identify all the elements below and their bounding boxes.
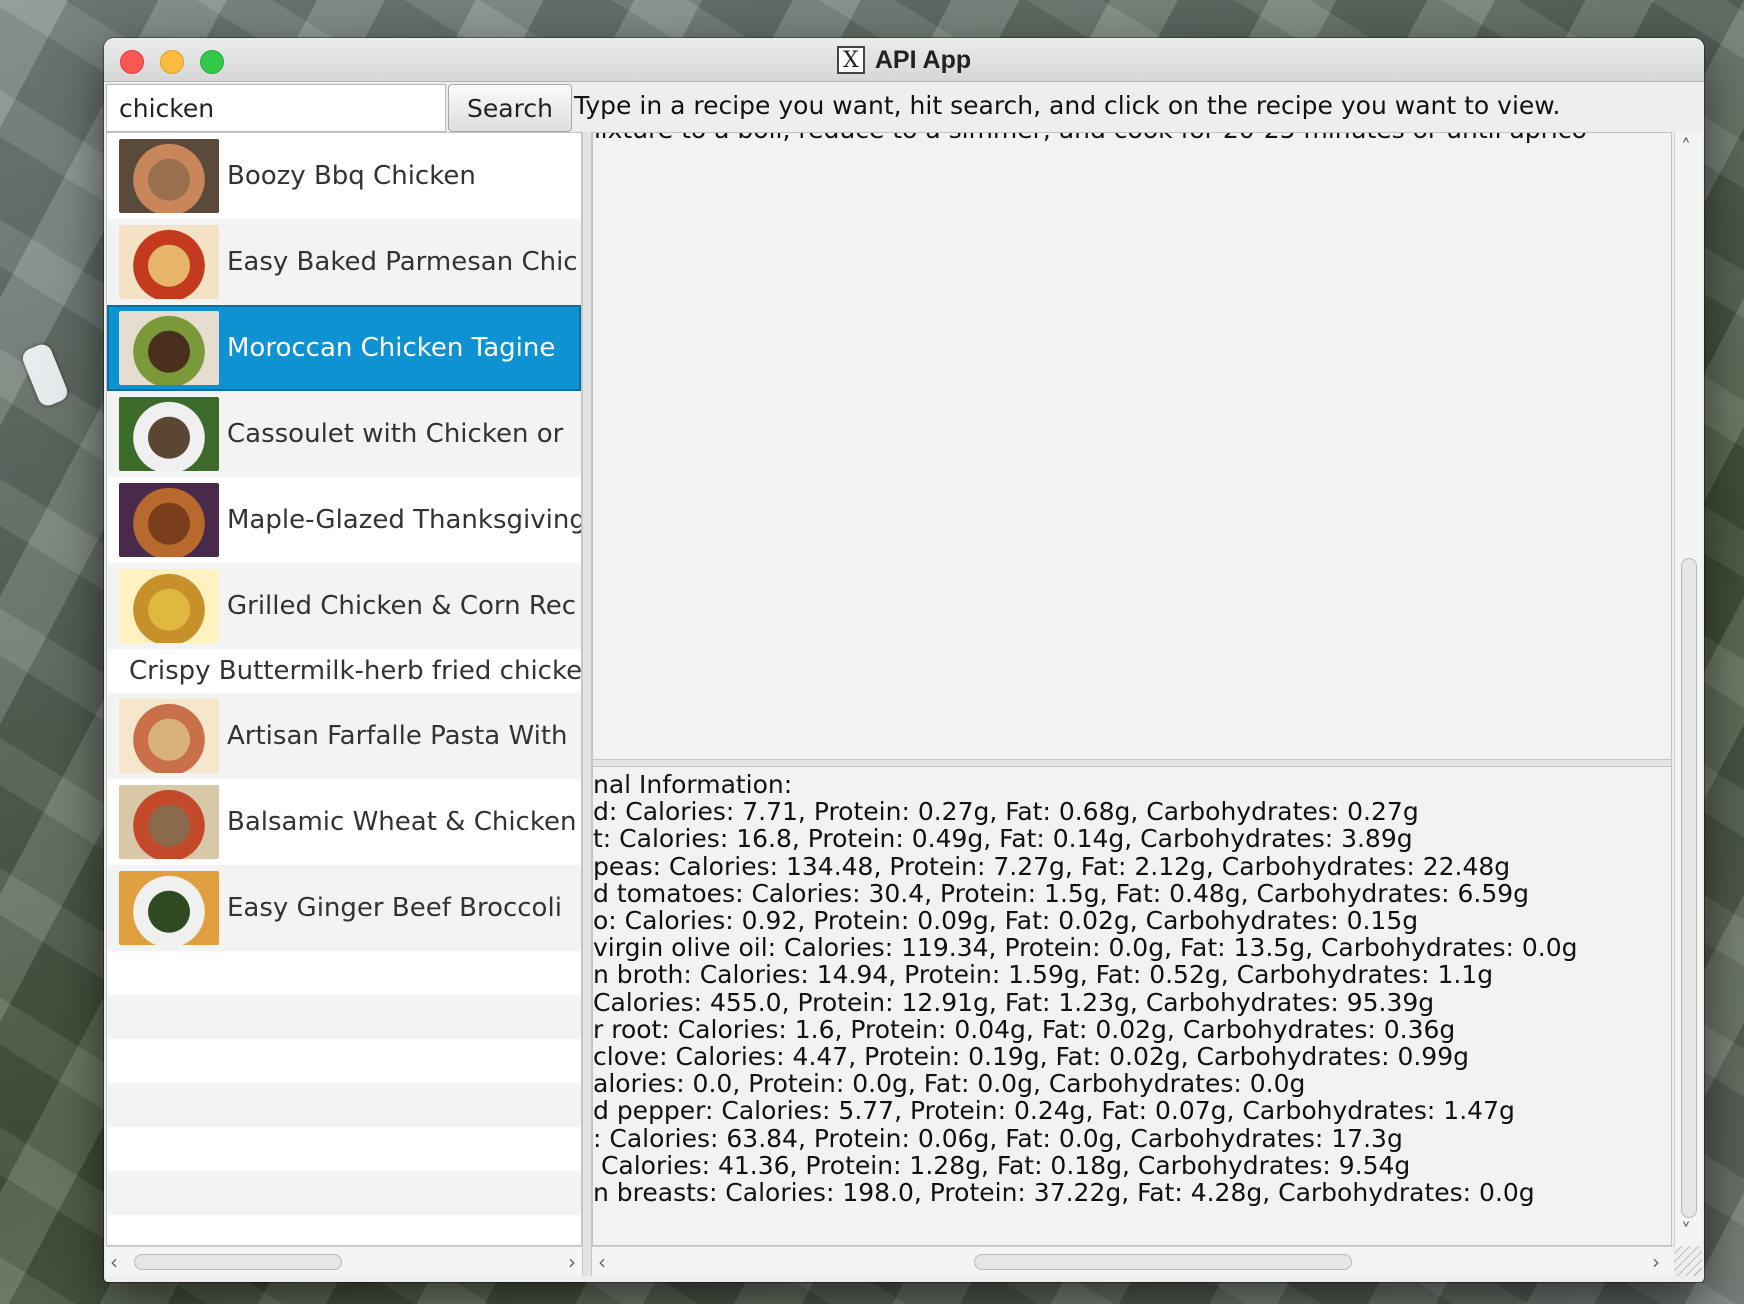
nutrition-info: nal Information: d: Calories: 7.71, Prote… xyxy=(593,771,1671,1206)
chevron-down-icon[interactable]: ˅ xyxy=(1681,1216,1691,1246)
recipe-list-item-label: Grilled Chicken & Corn Rec xyxy=(227,591,577,621)
recipe-list-item-label: Crispy Buttermilk-herb fried chicke xyxy=(129,656,581,686)
nutrition-line: alories: 0.0, Protein: 0.0g, Fat: 0.0g, … xyxy=(593,1069,1306,1099)
recipe-thumbnail xyxy=(119,871,219,945)
recipe-list-item-label: Moroccan Chicken Tagine xyxy=(227,333,556,363)
search-button[interactable]: Search xyxy=(448,84,572,132)
nutrition-line: n broth: Calories: 14.94, Protein: 1.59g… xyxy=(593,960,1494,990)
nutrition-line: d pepper: Calories: 5.77, Protein: 0.24g… xyxy=(593,1096,1515,1126)
nutrition-line: : Calories: 63.84, Protein: 0.06g, Fat: … xyxy=(593,1123,1403,1153)
recipe-list-item-label: Cassoulet with Chicken or xyxy=(227,419,564,449)
empty-list-row xyxy=(107,995,581,1039)
chevron-left-icon[interactable]: ‹ xyxy=(598,1247,606,1277)
recipe-instructions-text: e mixture to a boil, reduce to a simmer,… xyxy=(593,133,1587,144)
app-window: X API App Search Type in a recipe you wa… xyxy=(104,38,1704,1282)
chevron-right-icon[interactable]: › xyxy=(568,1247,576,1277)
recipe-list-item[interactable]: Boozy Bbq Chicken xyxy=(107,133,581,219)
recipe-list-item[interactable]: Easy Baked Parmesan Chic xyxy=(107,219,581,305)
title-bar: X API App xyxy=(104,38,1704,82)
nutrition-line: d tomatoes: Calories: 30.4, Protein: 1.5… xyxy=(593,878,1529,908)
detail-vertical-scrollbar[interactable]: ˄ ˅ xyxy=(1674,132,1702,1246)
window-title: API App xyxy=(874,45,972,74)
recipe-list-item-label: Artisan Farfalle Pasta With xyxy=(227,721,568,751)
recipe-list-item-label: Easy Ginger Beef Broccoli xyxy=(227,893,562,923)
split-pane-divider[interactable] xyxy=(582,132,592,1276)
recipe-list-item[interactable]: Moroccan Chicken Tagine xyxy=(107,305,581,391)
nutrition-line: peas: Calories: 134.48, Protein: 7.27g, … xyxy=(593,851,1511,881)
scroll-thumb[interactable] xyxy=(1681,558,1697,1218)
search-input[interactable] xyxy=(106,84,446,132)
recipe-detail-panel: e mixture to a boil, reduce to a simmer,… xyxy=(592,132,1672,1246)
recipe-list-horizontal-scrollbar[interactable]: ‹ › xyxy=(106,1246,582,1276)
nutrition-line: Calories: 41.36, Protein: 1.28g, Fat: 0.… xyxy=(593,1150,1411,1180)
recipe-list-item[interactable]: Maple-Glazed Thanksgiving xyxy=(107,477,581,563)
recipe-thumbnail xyxy=(119,569,219,643)
scroll-thumb[interactable] xyxy=(134,1254,342,1270)
nutrition-line: t: Calories: 16.8, Protein: 0.49g, Fat: … xyxy=(593,824,1413,854)
recipe-list-item[interactable]: Cassoulet with Chicken or xyxy=(107,391,581,477)
nutrition-line: d: Calories: 7.71, Protein: 0.27g, Fat: … xyxy=(593,797,1419,827)
desktop-car xyxy=(19,341,71,409)
recipe-list-item-label: Balsamic Wheat & Chicken xyxy=(227,807,577,837)
nutrition-line: o: Calories: 0.92, Protein: 0.09g, Fat: … xyxy=(593,906,1419,936)
nutrition-line: Calories: 455.0, Protein: 12.91g, Fat: 1… xyxy=(593,987,1435,1017)
recipe-list-item[interactable]: Easy Ginger Beef Broccoli xyxy=(107,865,581,951)
empty-list-row xyxy=(107,1083,581,1127)
recipe-list-item[interactable]: Crispy Buttermilk-herb fried chicke xyxy=(107,649,581,693)
recipe-list-item[interactable]: Grilled Chicken & Corn Rec xyxy=(107,563,581,649)
recipe-list[interactable]: Boozy Bbq Chicken Easy Baked Parmesan Chi… xyxy=(106,132,582,1246)
x11-icon: X xyxy=(836,46,865,74)
recipe-thumbnail xyxy=(119,397,219,471)
empty-list-row xyxy=(107,1171,581,1215)
chevron-right-icon[interactable]: › xyxy=(1652,1247,1660,1277)
detail-pane-divider[interactable] xyxy=(593,759,1671,767)
recipe-thumbnail xyxy=(119,311,219,385)
empty-list-row xyxy=(107,1215,581,1245)
detail-horizontal-scrollbar[interactable]: ‹ › xyxy=(592,1246,1674,1276)
nutrition-line: n breasts: Calories: 198.0, Protein: 37.… xyxy=(593,1178,1535,1208)
instructions-label: Type in a recipe you want, hit search, a… xyxy=(574,91,1561,120)
recipe-list-item[interactable]: Artisan Farfalle Pasta With xyxy=(107,693,581,779)
empty-list-row xyxy=(107,1039,581,1083)
scroll-thumb[interactable] xyxy=(974,1254,1352,1270)
recipe-thumbnail xyxy=(119,699,219,773)
title-group: X API App xyxy=(104,38,1704,82)
recipe-list-item-label: Boozy Bbq Chicken xyxy=(227,161,476,191)
recipe-thumbnail xyxy=(119,139,219,213)
recipe-list-item-label: Maple-Glazed Thanksgiving xyxy=(227,505,581,535)
nutrition-line: virgin olive oil: Calories: 119.34, Prot… xyxy=(593,933,1578,963)
empty-list-row xyxy=(107,951,581,995)
nutrition-line: r root: Calories: 1.6, Protein: 0.04g, F… xyxy=(593,1014,1456,1044)
chevron-left-icon[interactable]: ‹ xyxy=(110,1247,118,1277)
chevron-up-icon[interactable]: ˄ xyxy=(1681,132,1691,162)
recipe-thumbnail xyxy=(119,225,219,299)
nutrition-heading: nal Information: xyxy=(593,770,793,799)
empty-list-row xyxy=(107,1127,581,1171)
recipe-list-item-label: Easy Baked Parmesan Chic xyxy=(227,247,578,277)
recipe-thumbnail xyxy=(119,785,219,859)
recipe-list-item[interactable]: Balsamic Wheat & Chicken xyxy=(107,779,581,865)
resize-grip[interactable] xyxy=(1674,1246,1702,1276)
recipe-thumbnail xyxy=(119,483,219,557)
nutrition-line: clove: Calories: 4.47, Protein: 0.19g, F… xyxy=(593,1042,1469,1072)
